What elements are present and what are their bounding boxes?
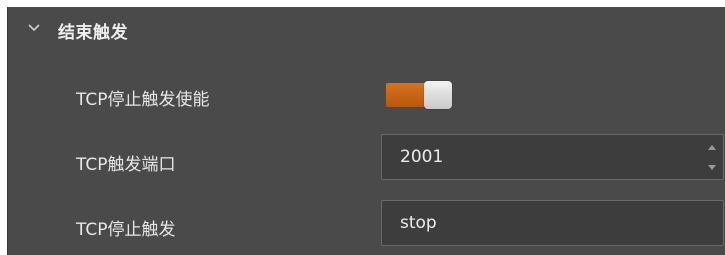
- caret-down-icon[interactable]: [705, 159, 719, 176]
- tcp-trigger-port-input[interactable]: [382, 135, 700, 179]
- tcp-stop-trigger-field: [381, 200, 724, 246]
- tcp-trigger-port-field: [381, 134, 724, 180]
- settings-panel: 结束触发 TCP停止触发使能 TCP触发端口 TCP停止触发: [7, 7, 725, 255]
- tcp-stop-trigger-enable-toggle[interactable]: [386, 81, 458, 109]
- section-header[interactable]: 结束触发: [8, 7, 725, 53]
- toggle-knob: [424, 81, 452, 109]
- port-stepper: [705, 138, 719, 176]
- chevron-down-icon[interactable]: [26, 20, 42, 36]
- tcp-stop-trigger-input[interactable]: [382, 201, 700, 245]
- tcp-trigger-port-label: TCP触发端口: [76, 155, 176, 175]
- tcp-stop-trigger-enable-label: TCP停止触发使能: [76, 90, 210, 110]
- caret-up-icon[interactable]: [705, 138, 719, 155]
- section-title: 结束触发: [58, 23, 128, 43]
- tcp-stop-trigger-label: TCP停止触发: [76, 220, 176, 240]
